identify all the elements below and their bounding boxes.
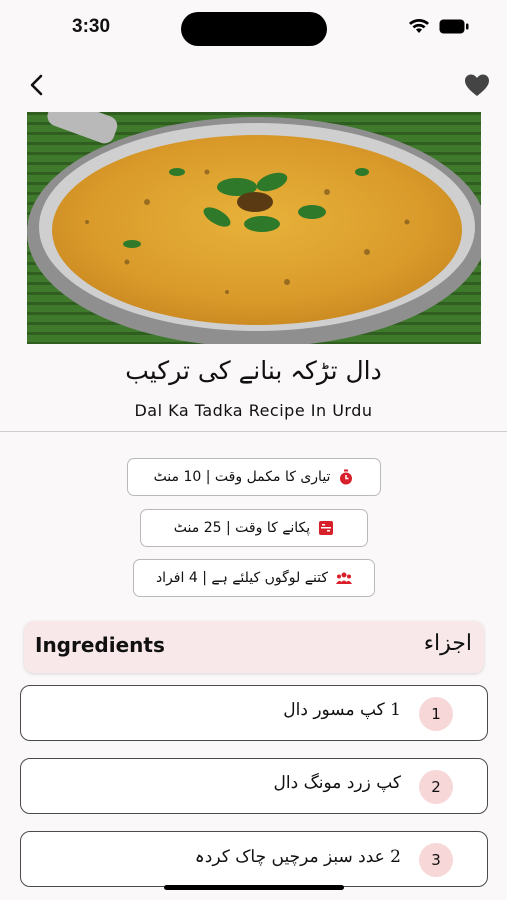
- wifi-icon: [409, 19, 429, 33]
- ingredient-text: 1 کپ مسور دال: [283, 700, 401, 720]
- cooking-icon: [319, 521, 334, 535]
- ingredient-row: 2 کپ زرد مونگ دال: [20, 758, 488, 814]
- back-chevron-icon[interactable]: [24, 70, 52, 100]
- home-indicator[interactable]: [164, 885, 344, 890]
- prep-time-text: تیاری کا مکمل وقت | 10 منٹ: [153, 469, 331, 485]
- favorite-heart-icon[interactable]: [463, 72, 491, 98]
- people-icon: [336, 572, 353, 584]
- cook-time-text: پکانے کا وقت | 25 منٹ: [173, 520, 311, 536]
- recipe-hero-image: [27, 112, 481, 344]
- prep-time-pill: تیاری کا مکمل وقت | 10 منٹ: [127, 458, 381, 496]
- recipe-title-urdu: دال تڑکہ بنانے کی ترکیب: [125, 356, 382, 385]
- status-bar: 3:30: [0, 0, 507, 58]
- dynamic-island: [181, 12, 327, 46]
- divider: [0, 431, 507, 432]
- ingredient-row: 1 1 کپ مسور دال: [20, 685, 488, 741]
- ingredient-text: 2 عدد سبز مرچیں چاک کردہ: [194, 847, 401, 867]
- ingredients-header: Ingredients اجزاء: [24, 621, 484, 673]
- ingredient-number-badge: 1: [419, 697, 453, 731]
- ingredients-title-english: Ingredients: [35, 633, 165, 657]
- ingredient-number-badge: 2: [419, 770, 453, 804]
- servings-pill: کتنے لوگوں کیلئے ہے | 4 افراد: [133, 559, 375, 597]
- status-time: 3:30: [72, 16, 111, 37]
- servings-text: کتنے لوگوں کیلئے ہے | 4 افراد: [155, 570, 329, 586]
- ingredient-text: کپ زرد مونگ دال: [273, 773, 401, 793]
- battery-icon: [439, 19, 469, 33]
- cook-time-pill: پکانے کا وقت | 25 منٹ: [140, 509, 368, 547]
- ingredient-number-badge: 3: [419, 843, 453, 877]
- ingredients-title-urdu: اجزاء: [423, 631, 472, 656]
- ingredient-row: 3 2 عدد سبز مرچیں چاک کردہ: [20, 831, 488, 887]
- recipe-title-english: Dal Ka Tadka Recipe In Urdu: [134, 401, 373, 420]
- status-icons: [408, 18, 469, 34]
- timer-icon: [340, 469, 353, 485]
